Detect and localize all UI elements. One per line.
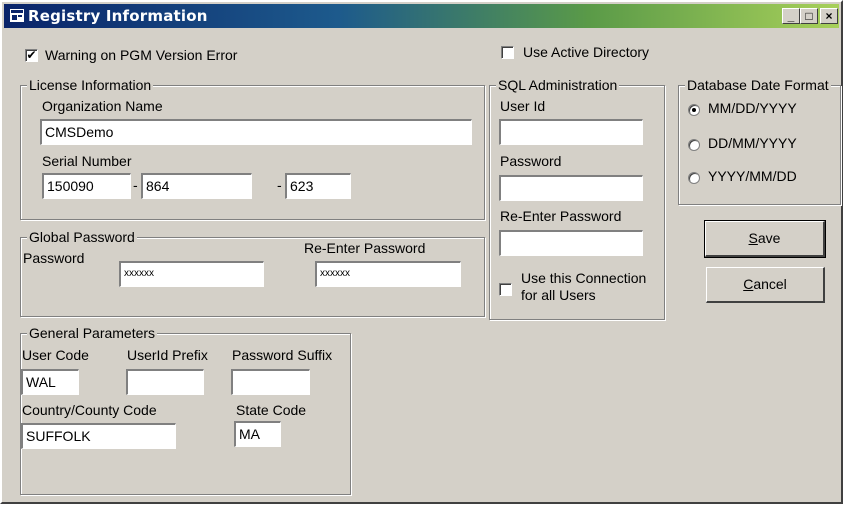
sql-password-label: Password: [500, 153, 562, 169]
minimize-icon: _: [787, 9, 795, 23]
serial-part-3-input[interactable]: 623: [285, 173, 351, 199]
maximize-button[interactable]: □: [800, 8, 818, 24]
sql-reenter-input[interactable]: [499, 230, 643, 256]
country-code-input[interactable]: SUFFOLK: [21, 423, 176, 449]
serial-part-1-input[interactable]: 150090: [42, 173, 131, 199]
active-directory-label: Use Active Directory: [523, 44, 650, 60]
sql-userid-input[interactable]: [499, 119, 643, 145]
date-format-yyyymmdd-radio[interactable]: [688, 172, 700, 184]
serial-part-2-input[interactable]: 864: [141, 173, 252, 199]
serial-number-label: Serial Number: [42, 153, 132, 169]
general-parameters-title: General Parameters: [27, 325, 158, 341]
warning-pgm-checkbox[interactable]: ✔: [25, 49, 38, 62]
state-code-input[interactable]: MA: [234, 421, 281, 447]
global-password-input[interactable]: xxxxxx: [119, 261, 264, 287]
warning-pgm-label: Warning on PGM Version Error: [45, 47, 238, 63]
date-format-mmddyyyy-label: MM/DD/YYYY: [708, 100, 797, 116]
save-mnemonic: S: [748, 230, 758, 246]
cancel-button[interactable]: Cancel: [706, 267, 825, 303]
title-bar[interactable]: Registry Information _ □ ×: [4, 4, 839, 28]
global-password-label: Password: [23, 250, 85, 266]
window-icon: [10, 9, 24, 22]
active-directory-checkbox[interactable]: [501, 46, 514, 59]
close-button[interactable]: ×: [820, 8, 838, 24]
global-reenter-label: Re-Enter Password: [304, 240, 426, 256]
registry-window: Registry Information _ □ × ✔ Warning on …: [0, 0, 843, 504]
use-connection-checkbox[interactable]: [499, 283, 512, 296]
save-button[interactable]: Save: [704, 220, 826, 258]
use-connection-label-line1: Use this Connection: [521, 270, 647, 286]
password-suffix-input[interactable]: [231, 369, 310, 395]
org-name-input[interactable]: CMSDemo: [40, 119, 472, 145]
sql-password-input[interactable]: [499, 175, 643, 201]
serial-dash-2: -: [277, 177, 282, 193]
date-format-mmddyyyy-radio[interactable]: [688, 104, 700, 116]
radio-selected-dot: [692, 108, 696, 112]
sql-userid-label: User Id: [500, 98, 546, 114]
user-code-input[interactable]: WAL: [21, 369, 79, 395]
cancel-mnemonic: C: [743, 276, 754, 292]
serial-dash-1: -: [133, 177, 138, 193]
cancel-label: ancel: [753, 276, 787, 292]
global-reenter-input[interactable]: xxxxxx: [315, 261, 461, 287]
userid-prefix-input[interactable]: [126, 369, 204, 395]
org-name-label: Organization Name: [42, 98, 163, 114]
use-connection-label-line2: for all Users: [521, 287, 596, 303]
license-group-title: License Information: [27, 77, 154, 93]
password-suffix-label: Password Suffix: [232, 347, 333, 363]
date-format-ddmmyyyy-label: DD/MM/YYYY: [708, 135, 797, 151]
global-password-title: Global Password: [27, 229, 137, 245]
save-label: ave: [757, 230, 781, 246]
userid-prefix-label: UserId Prefix: [127, 347, 208, 363]
state-code-label: State Code: [236, 402, 307, 418]
window-title: Registry Information: [28, 7, 208, 25]
sql-admin-title: SQL Administration: [496, 77, 620, 93]
date-format-title: Database Date Format: [685, 77, 831, 93]
date-format-ddmmyyyy-radio[interactable]: [688, 139, 700, 151]
maximize-icon: □: [805, 9, 813, 23]
country-code-label: Country/County Code: [22, 402, 157, 418]
user-code-label: User Code: [22, 347, 89, 363]
close-icon: ×: [825, 9, 833, 23]
minimize-button[interactable]: _: [782, 8, 800, 24]
sql-reenter-label: Re-Enter Password: [500, 208, 622, 224]
date-format-yyyymmdd-label: YYYY/MM/DD: [708, 168, 797, 184]
